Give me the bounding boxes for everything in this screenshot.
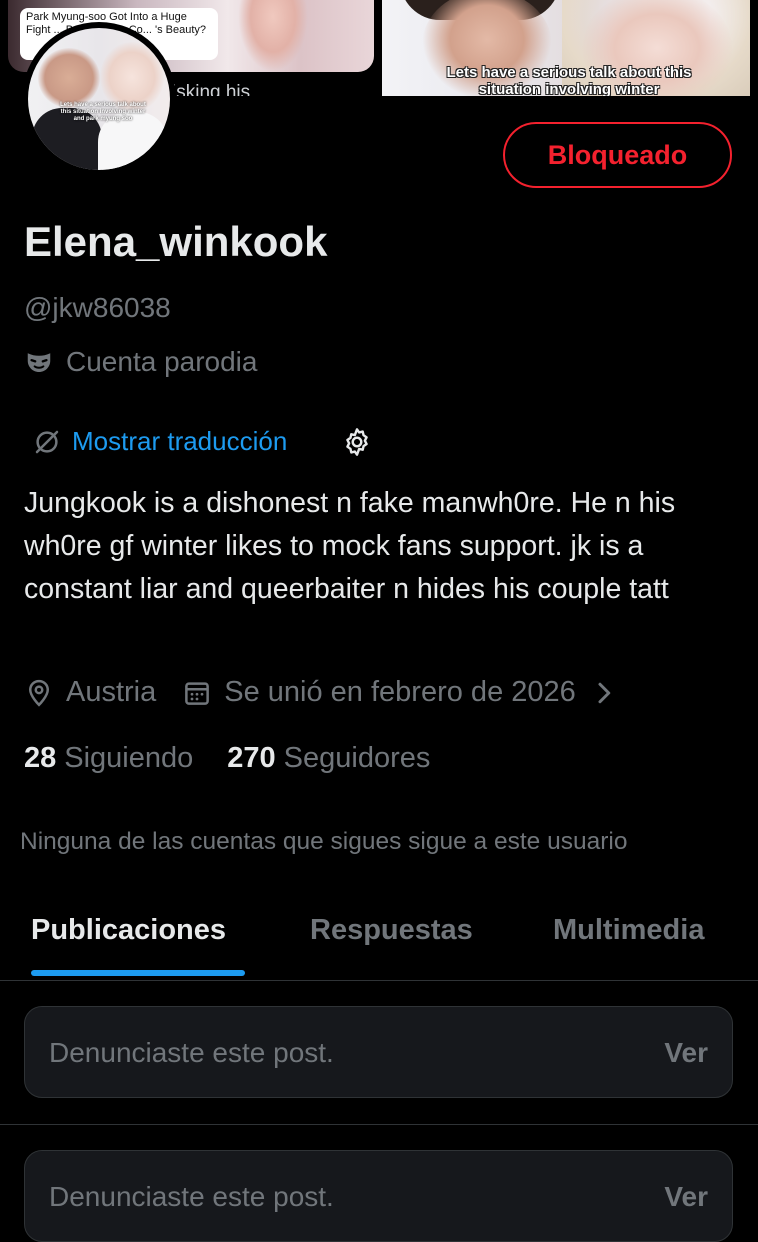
translate-icon (35, 430, 59, 453)
following-label: Siguiendo (64, 742, 194, 774)
joined-date: Se unió en febrero de 2026 (224, 676, 576, 708)
gear-icon[interactable] (341, 426, 373, 458)
chevron-right-icon[interactable] (594, 678, 616, 708)
follow-stats: 28 Siguiendo 270 Seguidores (24, 742, 464, 775)
user-handle: @jkw86038 (24, 292, 171, 323)
show-translation-link[interactable]: Mostrar traducción (32, 426, 287, 457)
following-count: 28 (24, 742, 57, 774)
location-icon (28, 679, 50, 707)
tab-publicaciones[interactable]: Publicaciones (31, 914, 226, 947)
view-post-button[interactable]: Ver (664, 1181, 708, 1213)
thumbnail-image (238, 0, 308, 72)
avatar-image: Lets have a serious talk about this situ… (28, 28, 170, 170)
reported-post-text: Denunciaste este post. (49, 1181, 334, 1212)
view-post-button[interactable]: Ver (664, 1037, 708, 1069)
banner-thumbnail-right[interactable]: Lets have a serious talk about this situ… (382, 0, 750, 96)
reported-post-notice: Denunciaste este post. Ver (24, 1150, 733, 1242)
thumbnail-caption: Lets have a serious talk about this situ… (446, 64, 692, 96)
profile-meta: Austria Se unió en febrero de 2026 (24, 676, 616, 709)
avatar-caption: Lets have a serious talk about this situ… (60, 102, 146, 122)
display-name: Elena_winkook (24, 218, 328, 265)
blocked-button[interactable]: Bloqueado (503, 122, 732, 188)
reported-post-notice: Denunciaste este post. Ver (24, 1006, 733, 1098)
followers-count: 270 (227, 742, 276, 774)
followers-link[interactable]: 270 Seguidores (227, 742, 430, 775)
mutuals-notice: Ninguna de las cuentas que sigues sigue … (20, 828, 628, 855)
parody-label: Cuenta parodia (24, 346, 257, 378)
avatar-image (38, 48, 100, 108)
profile-bio: Jungkook is a dishonest n fake manwh0re.… (24, 487, 676, 605)
divider (0, 1124, 758, 1125)
active-tab-indicator (31, 970, 245, 976)
parody-text: Cuenta parodia (66, 346, 258, 377)
tab-respuestas[interactable]: Respuestas (310, 914, 473, 947)
tab-multimedia[interactable]: Multimedia (553, 914, 704, 947)
followers-label: Seguidores (283, 742, 431, 774)
avatar[interactable]: Lets have a serious talk about this situ… (22, 22, 176, 176)
location-text: Austria (66, 676, 157, 708)
show-translation-label[interactable]: Mostrar traducción (72, 426, 287, 457)
following-link[interactable]: 28 Siguiendo (24, 742, 193, 775)
calendar-icon (185, 681, 210, 705)
mask-icon (27, 353, 51, 372)
banner-partial-text: isking his (172, 82, 251, 96)
profile-tabs: Publicaciones Respuestas Multimedia (0, 898, 758, 981)
reported-post-text: Denunciaste este post. (49, 1037, 334, 1068)
